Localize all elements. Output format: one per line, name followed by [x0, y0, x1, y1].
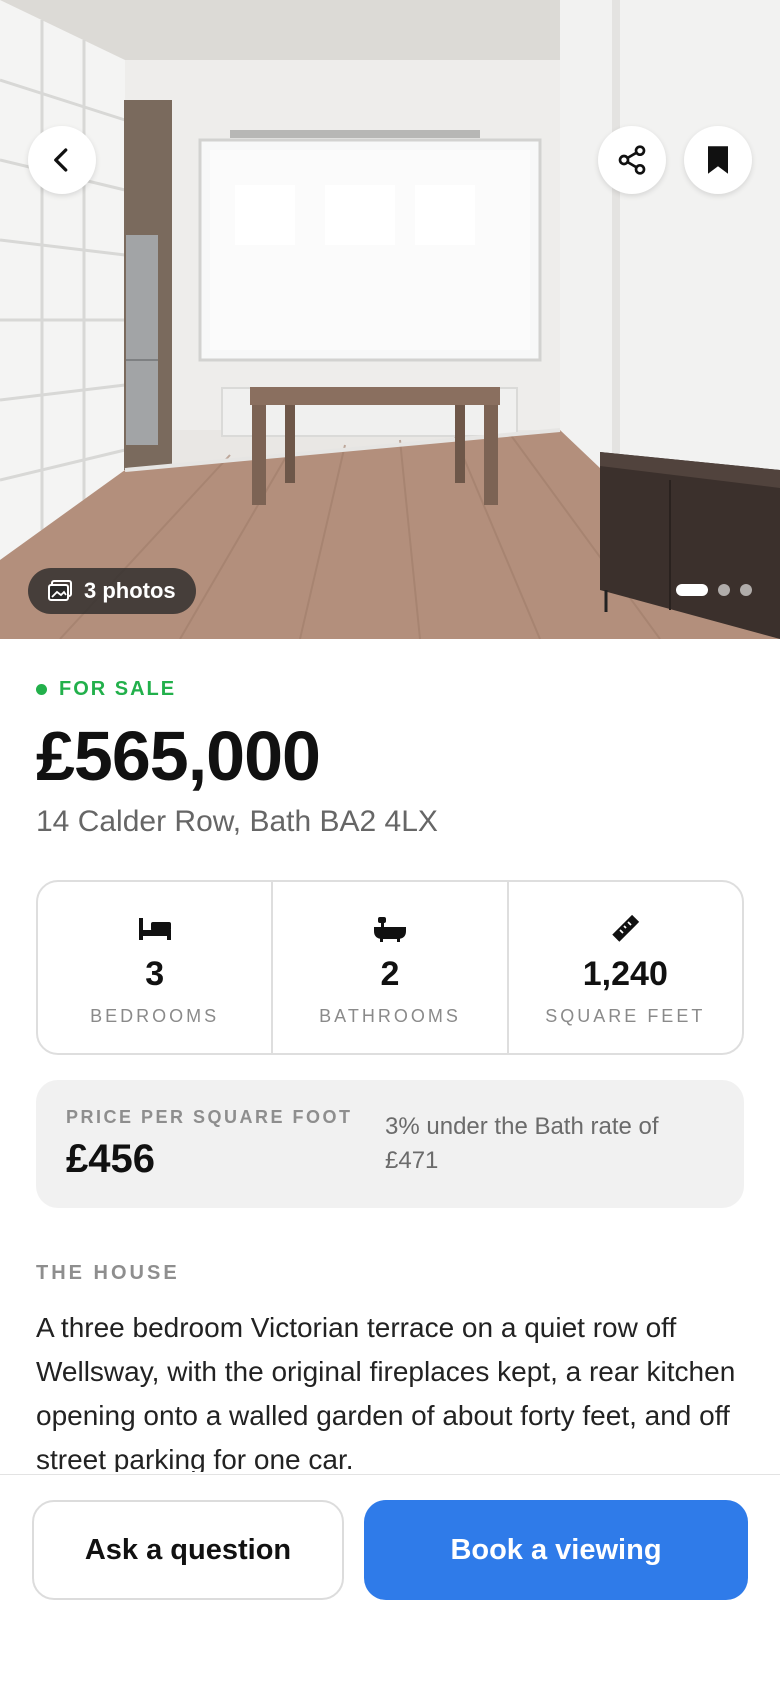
book-viewing-button[interactable]: Book a viewing — [364, 1500, 748, 1600]
fact-square-feet: 1,240 SQUARE FEET — [506, 882, 742, 1053]
photos-count-label: 3 photos — [84, 578, 176, 603]
ask-question-button[interactable]: Ask a question — [32, 1500, 344, 1600]
fact-bathrooms: 2 BATHROOMS — [271, 882, 506, 1053]
ppsf-comparison-note: 3% under the Bath rate of £471 — [385, 1113, 659, 1174]
fact-label: SQUARE FEET — [545, 1006, 706, 1026]
fact-value: 2 — [380, 955, 400, 993]
back-button[interactable] — [28, 126, 96, 194]
carousel-dot[interactable] — [718, 584, 730, 596]
price-per-sqft-card: PRICE PER SQUARE FOOT £456 3% under the … — [36, 1080, 744, 1208]
status-dot — [36, 684, 47, 695]
property-description: A three bedroom Victorian terrace on a q… — [36, 1312, 736, 1472]
fact-value: 1,240 — [582, 955, 668, 993]
property-photo — [0, 0, 780, 639]
ppsf-label: PRICE PER SQUARE FOOT — [66, 1106, 353, 1127]
photos-icon — [48, 580, 72, 601]
listing-address: 14 Calder Row, Bath BA2 4LX — [36, 805, 438, 838]
hero-photo-carousel[interactable]: 3 photos — [0, 0, 780, 639]
ruler-icon — [612, 914, 640, 942]
photos-count-button[interactable]: 3 photos — [28, 568, 196, 614]
carousel-dot-active[interactable] — [676, 584, 708, 596]
fact-value: 3 — [145, 955, 165, 993]
fact-bedrooms: 3 BEDROOMS — [38, 882, 271, 1053]
save-button[interactable] — [684, 126, 752, 194]
property-facts: 3 BEDROOMS 2 BATHROOMS 1,240 SQUARE FEET — [36, 880, 744, 1055]
fact-label: BATHROOMS — [319, 1006, 461, 1026]
listing-price: £565,000 — [36, 717, 321, 795]
share-icon — [618, 145, 646, 175]
share-button[interactable] — [598, 126, 666, 194]
ppsf-value: £456 — [66, 1136, 155, 1181]
bed-icon — [138, 918, 171, 940]
carousel-indicator — [676, 584, 752, 596]
status-badge: FOR SALE — [59, 678, 177, 700]
bath-icon — [373, 917, 406, 942]
fact-label: BEDROOMS — [90, 1006, 220, 1026]
carousel-dot[interactable] — [740, 584, 752, 596]
section-heading-house: THE HOUSE — [36, 1262, 180, 1284]
chevron-left-icon — [54, 148, 68, 172]
bookmark-icon — [708, 146, 728, 174]
bottom-action-bar: Ask a question Book a viewing — [0, 1474, 780, 1688]
listing-status: FOR SALE — [36, 678, 176, 701]
